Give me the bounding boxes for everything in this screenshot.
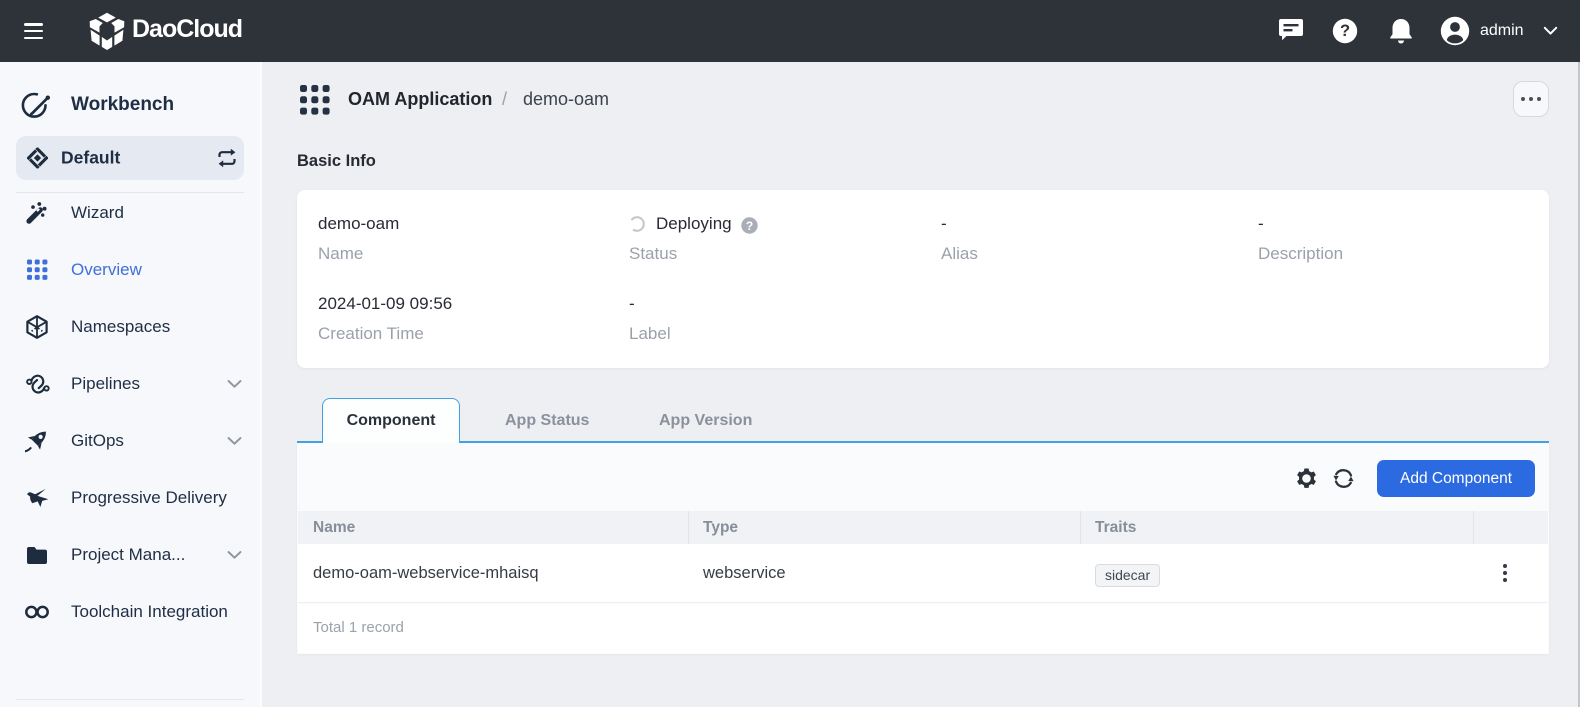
svg-text:?: ? (746, 219, 753, 233)
svg-text:?: ? (1340, 22, 1350, 40)
